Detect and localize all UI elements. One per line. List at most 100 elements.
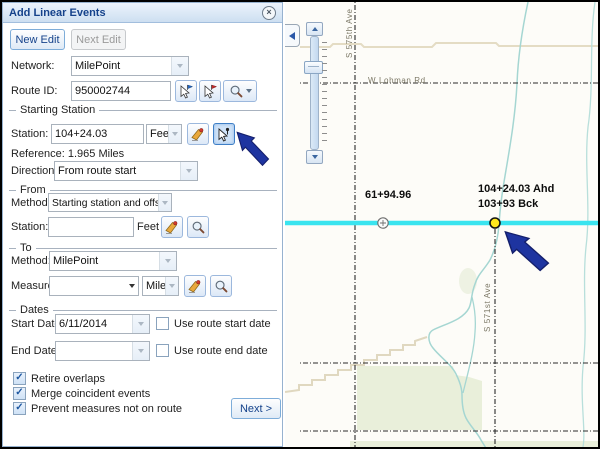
use-route-start-date-label: Use route start date bbox=[174, 318, 271, 330]
zoom-out-icon bbox=[312, 155, 318, 159]
direction-value: From route start bbox=[55, 162, 180, 180]
chevron-down-icon bbox=[138, 349, 144, 353]
route-id-value: 950002744 bbox=[75, 85, 130, 97]
zoom-in-button[interactable] bbox=[306, 22, 323, 36]
close-icon[interactable]: × bbox=[262, 6, 276, 20]
station-measure-icon bbox=[190, 126, 206, 142]
network-label: Network: bbox=[11, 60, 54, 72]
route-id-label: Route ID: bbox=[11, 85, 57, 97]
use-route-end-date-label: Use route end date bbox=[174, 345, 268, 357]
from-station-unit: Feet bbox=[137, 221, 159, 233]
to-method-label: Method: bbox=[11, 255, 51, 267]
chevron-down-icon bbox=[129, 284, 135, 288]
measure-combobox[interactable] bbox=[49, 276, 139, 296]
zoom-out-button[interactable] bbox=[306, 150, 323, 164]
road-label-horizontal: W Lohman Rd bbox=[368, 76, 426, 85]
end-date-value bbox=[56, 342, 132, 360]
add-linear-events-panel: Add Linear Events × New Edit Next Edit N… bbox=[2, 2, 283, 447]
direction-label: Direction: bbox=[11, 165, 57, 177]
station-label-back: 103+93 Bck bbox=[478, 198, 538, 210]
prevent-measures-checkbox[interactable] bbox=[13, 402, 26, 415]
from-method-value: Starting station and offset bbox=[49, 194, 158, 211]
station-input[interactable]: 104+24.03 bbox=[51, 124, 144, 144]
network-dropdown[interactable] bbox=[171, 57, 188, 75]
map-graphics bbox=[285, 2, 598, 447]
from-measure-button[interactable] bbox=[161, 216, 183, 238]
measure-value bbox=[50, 277, 126, 295]
starting-station-section: Starting Station bbox=[9, 104, 277, 116]
measure-search-button[interactable] bbox=[210, 275, 232, 297]
direction-select[interactable]: From route start bbox=[54, 161, 198, 181]
panel-title: Add Linear Events bbox=[9, 7, 106, 19]
from-method-label: Method: bbox=[11, 197, 51, 209]
reference-value: 1.965 Miles bbox=[68, 148, 124, 160]
search-dropdown-icon bbox=[246, 89, 252, 93]
zoom-slider-track[interactable] bbox=[310, 36, 319, 150]
measure-unit-select[interactable]: Miles bbox=[142, 276, 179, 296]
zoom-slider-handle[interactable] bbox=[304, 61, 323, 74]
chevron-down-icon bbox=[138, 322, 144, 326]
use-route-end-date-checkbox[interactable] bbox=[156, 344, 169, 357]
from-station-label: Station: bbox=[11, 221, 48, 233]
reference-label: Reference: bbox=[11, 148, 65, 160]
starting-station-legend: Starting Station bbox=[20, 104, 95, 116]
chevron-down-icon bbox=[165, 259, 171, 263]
station-value: 104+24.03 bbox=[55, 128, 107, 140]
merge-coincident-events-checkbox[interactable] bbox=[13, 387, 26, 400]
chevron-down-icon bbox=[162, 201, 168, 205]
select-route-on-map-button[interactable] bbox=[175, 80, 197, 102]
end-date-dropdown[interactable] bbox=[132, 342, 149, 360]
route-id-input[interactable]: 950002744 bbox=[71, 81, 171, 101]
new-edit-label: New Edit bbox=[15, 34, 59, 46]
station-unit-dropdown[interactable] bbox=[168, 125, 181, 143]
start-date-input[interactable]: 6/11/2014 bbox=[55, 314, 150, 334]
pick-station-on-map-button[interactable] bbox=[213, 123, 235, 145]
pick-station-on-map-icon bbox=[216, 126, 232, 142]
reference-station-marker bbox=[378, 218, 388, 228]
merge-coincident-events-label: Merge coincident events bbox=[31, 388, 150, 400]
search-icon bbox=[214, 279, 229, 294]
annotation-arrow-icon bbox=[234, 129, 272, 169]
use-route-start-date-checkbox[interactable] bbox=[156, 317, 169, 330]
measure-unit-value: Miles bbox=[143, 277, 165, 295]
new-edit-button[interactable]: New Edit bbox=[10, 29, 65, 50]
from-search-button[interactable] bbox=[187, 216, 209, 238]
end-date-label: End Date: bbox=[11, 345, 60, 357]
map-canvas[interactable]: 61+94.96 104+24.03 Ahd 103+93 Bck W Lohm… bbox=[285, 2, 598, 447]
from-method-select[interactable]: Starting station and offset bbox=[48, 193, 172, 212]
measure-tool-button[interactable] bbox=[184, 275, 206, 297]
start-date-value: 6/11/2014 bbox=[56, 315, 132, 333]
vegetation-strip bbox=[350, 441, 598, 447]
retire-overlaps-checkbox[interactable] bbox=[13, 372, 26, 385]
station-measure-icon bbox=[187, 278, 203, 294]
chevron-down-icon bbox=[169, 284, 175, 288]
network-select[interactable]: MilePoint bbox=[71, 56, 189, 76]
search-icon bbox=[229, 84, 244, 99]
from-method-dropdown[interactable] bbox=[158, 194, 171, 211]
direction-dropdown[interactable] bbox=[180, 162, 197, 180]
station-unit-select[interactable]: Feet bbox=[146, 124, 182, 144]
chevron-down-icon bbox=[177, 64, 183, 68]
road-label-vertical-top: S 575th Ave bbox=[345, 2, 354, 58]
to-method-select[interactable]: MilePoint bbox=[49, 251, 177, 271]
start-date-dropdown[interactable] bbox=[132, 315, 149, 333]
zoom-in-icon bbox=[312, 27, 318, 31]
end-date-input[interactable] bbox=[55, 341, 150, 361]
dates-legend: Dates bbox=[20, 304, 49, 316]
station-label: Station: bbox=[11, 128, 48, 140]
to-method-dropdown[interactable] bbox=[159, 252, 176, 270]
collapse-panel-button[interactable] bbox=[285, 24, 300, 47]
clear-route-selection-icon bbox=[202, 83, 218, 99]
next-edit-button[interactable]: Next Edit bbox=[71, 29, 126, 50]
station-label-ahead: 104+24.03 Ahd bbox=[478, 183, 554, 195]
next-button[interactable]: Next > bbox=[231, 398, 281, 419]
station-measure-button[interactable] bbox=[187, 123, 209, 145]
measure-unit-dropdown[interactable] bbox=[165, 277, 178, 295]
route-search-button[interactable] bbox=[223, 80, 257, 102]
clear-route-selection-button[interactable] bbox=[199, 80, 221, 102]
collapse-arrow-icon bbox=[289, 32, 295, 40]
retire-overlaps-label: Retire overlaps bbox=[31, 373, 105, 385]
vegetation-patch bbox=[459, 268, 477, 294]
station-label-left: 61+94.96 bbox=[365, 189, 411, 201]
from-station-input[interactable] bbox=[48, 217, 134, 237]
